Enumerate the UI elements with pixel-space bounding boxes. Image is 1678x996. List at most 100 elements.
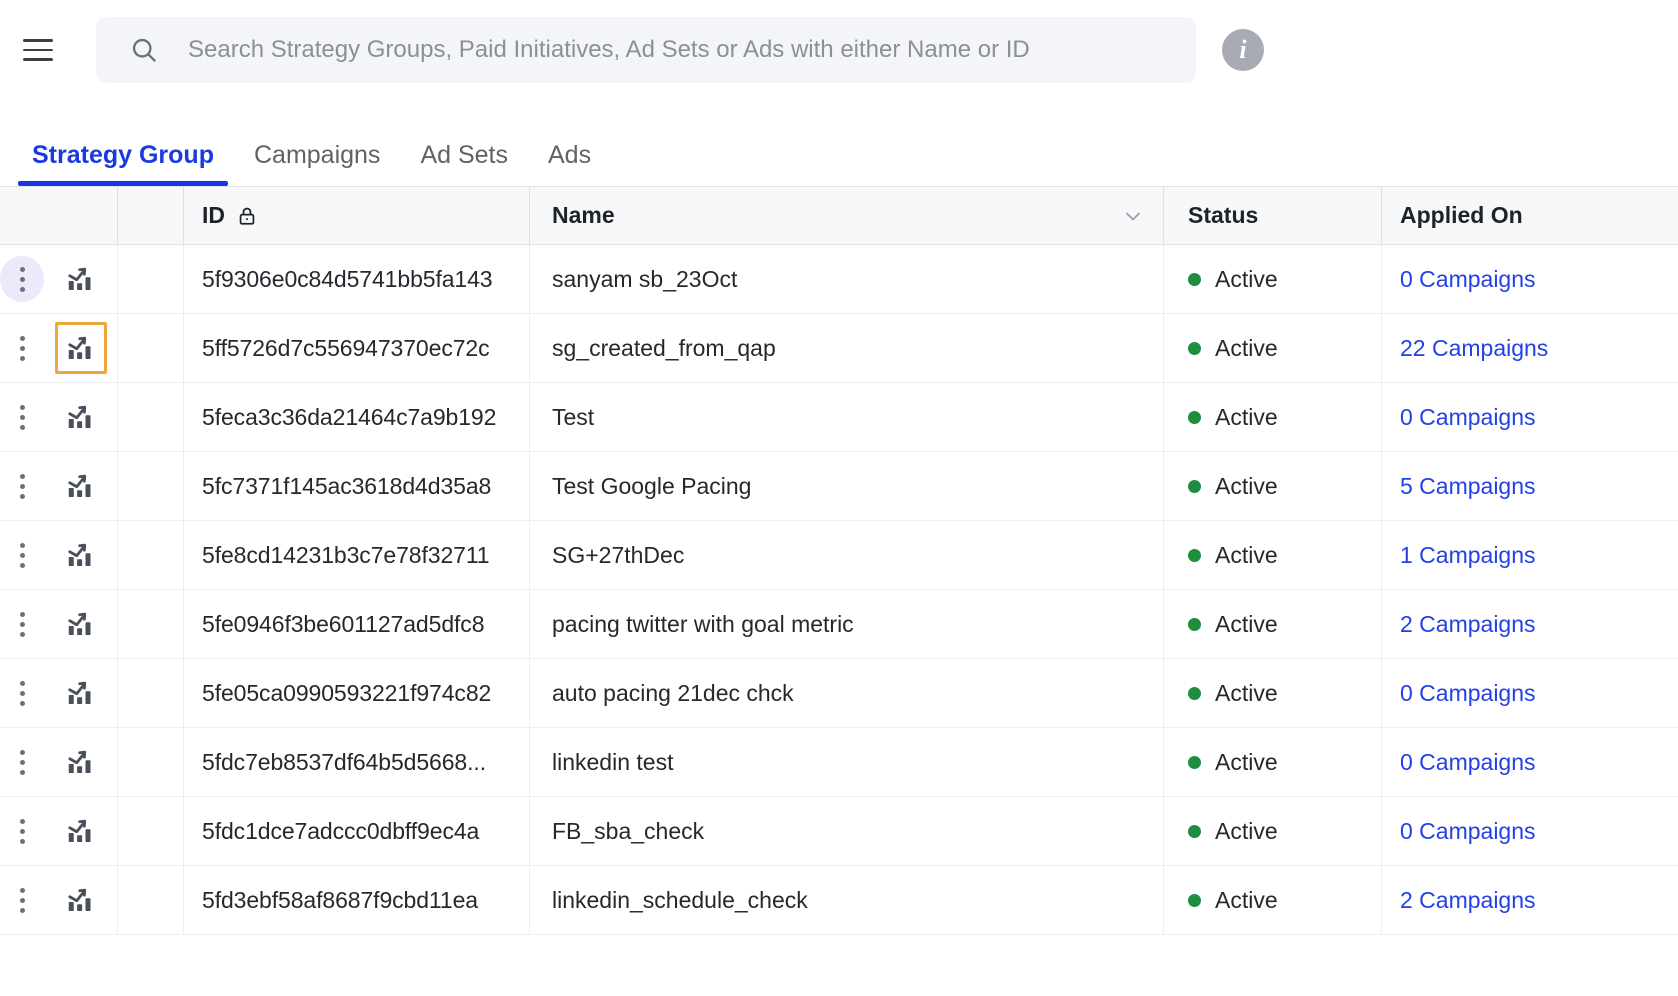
row-actions-cell <box>0 521 44 589</box>
view-chart-button[interactable] <box>54 322 107 374</box>
column-header-status[interactable]: Status <box>1164 187 1382 244</box>
applied-on-link[interactable]: 1 Campaigns <box>1400 542 1536 569</box>
applied-on-link[interactable]: 2 Campaigns <box>1400 887 1536 914</box>
row-name-value: Test Google Pacing <box>552 472 752 499</box>
search-input[interactable] <box>158 36 1196 64</box>
status-badge: Active <box>1215 265 1278 292</box>
status-badge: Active <box>1215 817 1278 844</box>
hamburger-icon[interactable] <box>18 30 58 70</box>
row-id-cell: 5fdc7eb8537df64b5d5668... <box>184 728 530 796</box>
row-applied-on-cell: 2 Campaigns <box>1382 866 1678 934</box>
row-status-cell: Active <box>1164 383 1382 451</box>
kebab-menu-icon[interactable] <box>0 808 44 854</box>
row-id-cell: 5fe0946f3be601127ad5dfc8 <box>184 590 530 658</box>
kebab-menu-icon[interactable] <box>0 877 44 923</box>
view-chart-button[interactable] <box>55 253 107 305</box>
kebab-menu-icon[interactable] <box>0 670 44 716</box>
column-header-name[interactable]: Name <box>530 187 1164 244</box>
status-dot-icon <box>1188 686 1201 700</box>
table-row[interactable]: 5fd3ebf58af8687f9cbd11ea linkedin_schedu… <box>0 866 1678 935</box>
table-row[interactable]: 5ff5726d7c556947370ec72c sg_created_from… <box>0 314 1678 383</box>
row-name-value: sanyam sb_23Oct <box>552 265 738 292</box>
view-chart-button[interactable] <box>55 460 107 512</box>
row-chart-cell <box>44 245 118 313</box>
row-status-cell: Active <box>1164 659 1382 727</box>
column-header-status-label: Status <box>1188 202 1259 228</box>
applied-on-link[interactable]: 0 Campaigns <box>1400 404 1536 431</box>
status-dot-icon <box>1188 410 1201 424</box>
row-name-cell: auto pacing 21dec chck <box>530 659 1164 727</box>
row-id-value: 5fdc7eb8537df64b5d5668... <box>202 748 486 775</box>
tab-campaigns[interactable]: Campaigns <box>234 143 400 186</box>
column-header-applied-on[interactable]: Applied On <box>1382 187 1678 244</box>
status-dot-icon <box>1188 824 1201 838</box>
table-row[interactable]: 5fdc7eb8537df64b5d5668... linkedin test … <box>0 728 1678 797</box>
table-row[interactable]: 5f9306e0c84d5741bb5fa143 sanyam sb_23Oct… <box>0 245 1678 314</box>
applied-on-link[interactable]: 0 Campaigns <box>1400 680 1536 707</box>
search-bar[interactable] <box>96 17 1196 83</box>
tab-ads[interactable]: Ads <box>528 143 611 186</box>
row-status-cell: Active <box>1164 452 1382 520</box>
view-chart-button[interactable] <box>55 874 107 926</box>
column-header-applied-on-label: Applied On <box>1400 202 1523 228</box>
table-row[interactable]: 5feca3c36da21464c7a9b192 Test Active 0 C… <box>0 383 1678 452</box>
table-row[interactable]: 5fdc1dce7adccc0dbff9ec4a FB_sba_check Ac… <box>0 797 1678 866</box>
chevron-down-icon[interactable] <box>1121 204 1145 228</box>
bar-chart-trend-icon <box>67 612 90 635</box>
row-chart-cell <box>44 728 118 796</box>
view-chart-button[interactable] <box>55 736 107 788</box>
row-actions-cell <box>0 866 44 934</box>
row-actions-cell <box>0 590 44 658</box>
row-applied-on-cell: 5 Campaigns <box>1382 452 1678 520</box>
table-row[interactable]: 5fe05ca0990593221f974c82 auto pacing 21d… <box>0 659 1678 728</box>
status-badge: Active <box>1215 334 1278 361</box>
bar-chart-trend-icon <box>67 405 90 428</box>
row-chart-cell <box>44 866 118 934</box>
row-id-value: 5f9306e0c84d5741bb5fa143 <box>202 265 493 292</box>
bar-chart-trend-icon <box>67 474 90 497</box>
kebab-menu-icon[interactable] <box>0 601 44 647</box>
row-id-cell: 5f9306e0c84d5741bb5fa143 <box>184 245 530 313</box>
status-dot-icon <box>1188 617 1201 631</box>
tab-ad-sets[interactable]: Ad Sets <box>400 143 528 186</box>
applied-on-link[interactable]: 5 Campaigns <box>1400 473 1536 500</box>
bar-chart-trend-icon <box>67 543 90 566</box>
view-chart-button[interactable] <box>55 805 107 857</box>
status-badge: Active <box>1215 748 1278 775</box>
row-chart-cell <box>44 521 118 589</box>
view-chart-button[interactable] <box>55 529 107 581</box>
applied-on-link[interactable]: 22 Campaigns <box>1400 335 1548 362</box>
view-chart-button[interactable] <box>55 598 107 650</box>
kebab-menu-icon[interactable] <box>0 739 44 785</box>
table-row[interactable]: 5fe8cd14231b3c7e78f32711 SG+27thDec Acti… <box>0 521 1678 590</box>
table-row[interactable]: 5fe0946f3be601127ad5dfc8 pacing twitter … <box>0 590 1678 659</box>
tab-strategy-group[interactable]: Strategy Group <box>12 143 234 186</box>
applied-on-link[interactable]: 0 Campaigns <box>1400 818 1536 845</box>
row-id-cell: 5feca3c36da21464c7a9b192 <box>184 383 530 451</box>
row-id-cell: 5fc7371f145ac3618d4d35a8 <box>184 452 530 520</box>
row-actions-cell <box>0 383 44 451</box>
row-id-value: 5fe8cd14231b3c7e78f32711 <box>202 541 490 568</box>
row-name-value: FB_sba_check <box>552 817 705 844</box>
row-chart-cell <box>44 452 118 520</box>
view-chart-button[interactable] <box>55 391 107 443</box>
applied-on-link[interactable]: 0 Campaigns <box>1400 749 1536 776</box>
kebab-menu-icon[interactable] <box>0 394 44 440</box>
row-name-cell: Test Google Pacing <box>530 452 1164 520</box>
applied-on-link[interactable]: 2 Campaigns <box>1400 611 1536 638</box>
kebab-menu-icon[interactable] <box>0 463 44 509</box>
row-name-value: SG+27thDec <box>552 541 685 568</box>
row-name-value: auto pacing 21dec chck <box>552 679 794 706</box>
status-dot-icon <box>1188 893 1201 907</box>
row-applied-on-cell: 1 Campaigns <box>1382 521 1678 589</box>
column-header-id[interactable]: ID <box>184 187 530 244</box>
status-badge: Active <box>1215 886 1278 913</box>
view-chart-button[interactable] <box>55 667 107 719</box>
info-icon[interactable]: i <box>1222 29 1264 71</box>
row-chart-cell <box>44 590 118 658</box>
kebab-menu-icon[interactable] <box>0 532 44 578</box>
kebab-menu-icon[interactable] <box>0 256 44 302</box>
table-row[interactable]: 5fc7371f145ac3618d4d35a8 Test Google Pac… <box>0 452 1678 521</box>
applied-on-link[interactable]: 0 Campaigns <box>1400 266 1536 293</box>
kebab-menu-icon[interactable] <box>0 325 44 371</box>
